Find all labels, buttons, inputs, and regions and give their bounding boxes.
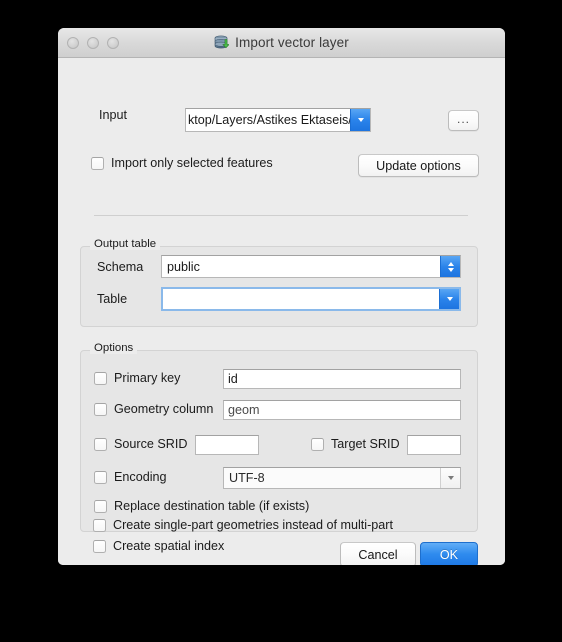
- encoding-value: UTF-8: [229, 471, 265, 485]
- source-srid-row[interactable]: Source SRID: [94, 437, 188, 451]
- update-options-button[interactable]: Update options: [358, 154, 479, 177]
- primary-key-value: id: [228, 372, 238, 386]
- target-srid-label: Target SRID: [331, 437, 400, 451]
- encoding-row[interactable]: Encoding: [94, 470, 167, 484]
- table-combo[interactable]: [161, 287, 461, 311]
- geometry-column-row[interactable]: Geometry column: [94, 402, 213, 416]
- table-label: Table: [97, 292, 128, 306]
- encoding-combo[interactable]: UTF-8: [223, 467, 461, 489]
- input-row: Input: [80, 108, 127, 122]
- output-table-group-label: Output table: [90, 238, 161, 250]
- encoding-checkbox[interactable]: [94, 470, 107, 484]
- schema-value: public: [167, 259, 200, 274]
- options-group: Options Primary key id Geometry column g…: [80, 342, 478, 532]
- source-srid-input[interactable]: [195, 435, 259, 455]
- replace-table-checkbox[interactable]: [94, 499, 107, 513]
- section-divider: [94, 215, 468, 216]
- cancel-button[interactable]: Cancel: [340, 542, 416, 565]
- geometry-column-input[interactable]: geom: [223, 400, 461, 420]
- window-title: Import vector layer: [235, 35, 349, 50]
- encoding-label: Encoding: [114, 470, 167, 484]
- input-label: Input: [98, 108, 127, 122]
- import-selected-features-row[interactable]: Import only selected features: [91, 156, 273, 170]
- geometry-column-checkbox[interactable]: [94, 402, 107, 416]
- input-path-combo[interactable]: ktop/Layers/Astikes Ektaseis/astikes_ekt…: [185, 108, 371, 132]
- schema-combo[interactable]: public: [161, 255, 461, 278]
- single-part-checkbox[interactable]: [93, 518, 106, 532]
- output-table-group: Output table Schema public Table: [80, 238, 478, 327]
- ok-button[interactable]: OK: [420, 542, 478, 565]
- minimize-button[interactable]: [87, 37, 99, 49]
- chevron-down-icon[interactable]: [350, 109, 370, 131]
- chevron-up-down-icon[interactable]: [440, 256, 460, 277]
- maximize-button[interactable]: [107, 37, 119, 49]
- input-path-value: ktop/Layers/Astikes Ektaseis/astikes_ekt…: [188, 113, 371, 127]
- schema-label: Schema: [97, 260, 144, 274]
- spatial-index-checkbox[interactable]: [93, 539, 106, 553]
- replace-table-label: Replace destination table (if exists): [114, 499, 310, 513]
- single-part-label: Create single-part geometries instead of…: [113, 518, 393, 532]
- single-part-row[interactable]: Create single-part geometries instead of…: [93, 518, 393, 532]
- import-selected-features-label: Import only selected features: [111, 156, 273, 170]
- source-srid-label: Source SRID: [114, 437, 188, 451]
- source-srid-checkbox[interactable]: [94, 437, 107, 451]
- primary-key-label: Primary key: [114, 371, 181, 385]
- primary-key-row[interactable]: Primary key: [94, 371, 180, 385]
- geometry-column-value: geom: [228, 403, 260, 417]
- target-srid-input[interactable]: [407, 435, 461, 455]
- chevron-down-icon[interactable]: [440, 468, 460, 488]
- target-srid-checkbox[interactable]: [311, 437, 324, 451]
- browse-button[interactable]: ...: [448, 110, 479, 131]
- import-vector-layer-dialog: Import vector layer Input ktop/Layers/As…: [58, 28, 505, 565]
- database-import-icon: [214, 35, 230, 50]
- primary-key-input[interactable]: id: [223, 369, 461, 389]
- spatial-index-label: Create spatial index: [113, 539, 225, 553]
- close-button[interactable]: [67, 37, 79, 49]
- spatial-index-row[interactable]: Create spatial index: [93, 539, 224, 553]
- primary-key-checkbox[interactable]: [94, 371, 107, 385]
- window-titlebar: Import vector layer: [58, 28, 505, 58]
- dialog-body: Input ktop/Layers/Astikes Ektaseis/astik…: [58, 58, 505, 565]
- options-group-label: Options: [90, 342, 138, 354]
- geometry-column-label: Geometry column: [114, 402, 214, 416]
- chevron-down-icon[interactable]: [439, 289, 459, 309]
- target-srid-row[interactable]: Target SRID: [311, 437, 400, 451]
- replace-table-row[interactable]: Replace destination table (if exists): [94, 499, 309, 513]
- import-selected-features-checkbox[interactable]: [91, 156, 104, 170]
